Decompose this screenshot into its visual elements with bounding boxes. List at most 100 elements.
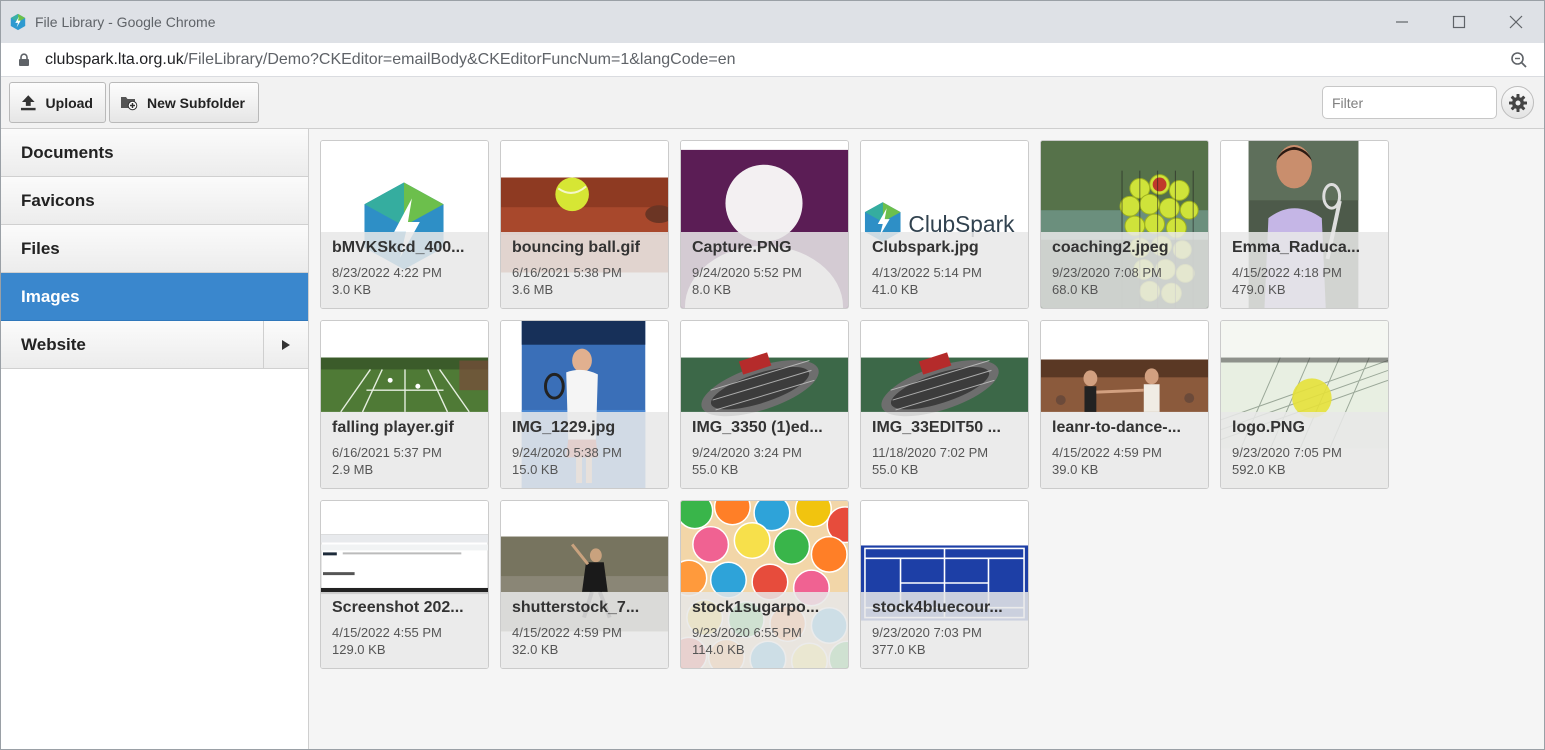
file-size: 41.0 KB <box>872 282 919 297</box>
file-date: 9/24/2020 5:52 PM <box>692 265 802 280</box>
file-date: 4/15/2022 4:59 PM <box>512 625 622 640</box>
close-icon <box>1509 15 1522 29</box>
new-subfolder-button[interactable]: New Subfolder <box>109 82 259 123</box>
new-folder-icon <box>121 97 138 111</box>
file-name: stock1sugarpo... <box>692 599 820 616</box>
expand-button[interactable] <box>263 321 308 369</box>
sidebar-item-label: Favicons <box>21 190 95 210</box>
file-tile[interactable]: coaching2.jpeg 9/23/2020 7:08 PM 68.0 KB <box>1040 140 1209 309</box>
file-name: leanr-to-dance-... <box>1052 419 1181 436</box>
file-name: IMG_1229.jpg <box>512 419 616 436</box>
settings-button[interactable] <box>1501 86 1534 119</box>
file-tile[interactable]: shutterstock_7... 4/15/2022 4:59 PM 32.0… <box>500 500 669 669</box>
file-library-toolbar: Upload New Subfolder <box>1 77 1544 129</box>
file-size: 55.0 KB <box>872 462 919 477</box>
maximize-icon <box>1452 15 1465 29</box>
file-tile[interactable]: ClubSpark Clubspark.jpg 4/13/2022 5:14 P… <box>860 140 1029 309</box>
upload-button[interactable]: Upload <box>9 82 106 123</box>
sidebar-item-images[interactable]: Images <box>1 273 308 321</box>
filter-input[interactable] <box>1322 86 1497 119</box>
file-size: 114.0 KB <box>692 642 745 657</box>
file-info: Emma_Raduca... 4/15/2022 4:18 PM 479.0 K… <box>1221 232 1388 308</box>
file-date: 9/23/2020 7:05 PM <box>1232 445 1342 460</box>
file-name: Emma_Raduca... <box>1232 239 1361 256</box>
file-name: coaching2.jpeg <box>1052 239 1169 256</box>
file-date: 9/24/2020 5:38 PM <box>512 445 622 460</box>
file-info: Screenshot 202... 4/15/2022 4:55 PM 129.… <box>321 592 488 668</box>
file-tile[interactable]: stock4bluecour... 9/23/2020 7:03 PM 377.… <box>860 500 1029 669</box>
url-text[interactable]: clubspark.lta.org.uk/FileLibrary/Demo?CK… <box>45 51 736 69</box>
zoom-icon[interactable] <box>1510 51 1528 69</box>
file-info: Capture.PNG 9/24/2020 5:52 PM 8.0 KB <box>681 232 848 308</box>
close-button[interactable] <box>1487 1 1544 43</box>
file-info: logo.PNG 9/23/2020 7:05 PM 592.0 KB <box>1221 412 1388 488</box>
file-name: Screenshot 202... <box>332 599 464 616</box>
sidebar-item-website[interactable]: Website <box>1 321 308 369</box>
file-grid: bMVKSkcd_400... 8/23/2022 4:22 PM 3.0 KB… <box>309 129 1544 749</box>
file-tile[interactable]: IMG_33EDIT50 ... 11/18/2020 7:02 PM 55.0… <box>860 320 1029 489</box>
file-tile[interactable]: Emma_Raduca... 4/15/2022 4:18 PM 479.0 K… <box>1220 140 1389 309</box>
file-info: IMG_33EDIT50 ... 11/18/2020 7:02 PM 55.0… <box>861 412 1028 488</box>
clubspark-app-icon <box>10 13 26 31</box>
url-host: clubspark.lta.org.uk <box>45 50 184 68</box>
window-title: File Library - Google Chrome <box>35 14 216 30</box>
file-info: stock4bluecour... 9/23/2020 7:03 PM 377.… <box>861 592 1028 668</box>
lock-icon <box>19 52 29 66</box>
file-date: 6/16/2021 5:38 PM <box>512 265 622 280</box>
upload-icon <box>20 95 36 111</box>
sidebar-item-label: Documents <box>21 142 114 162</box>
file-name: Clubspark.jpg <box>872 239 979 256</box>
file-name: shutterstock_7... <box>512 599 640 616</box>
minimize-button[interactable] <box>1373 1 1430 43</box>
file-date: 6/16/2021 5:37 PM <box>332 445 442 460</box>
address-bar[interactable]: clubspark.lta.org.uk/FileLibrary/Demo?CK… <box>1 43 1544 77</box>
file-date: 9/23/2020 6:55 PM <box>692 625 802 640</box>
sidebar-item-favicons[interactable]: Favicons <box>1 177 308 225</box>
sidebar-item-documents[interactable]: Documents <box>1 129 308 177</box>
file-tile[interactable]: stock1sugarpo... 9/23/2020 6:55 PM 114.0… <box>680 500 849 669</box>
file-tile[interactable]: IMG_3350 (1)ed... 9/24/2020 3:24 PM 55.0… <box>680 320 849 489</box>
maximize-button[interactable] <box>1430 1 1487 43</box>
file-size: 68.0 KB <box>1052 282 1099 297</box>
file-size: 39.0 KB <box>1052 462 1099 477</box>
file-size: 8.0 KB <box>692 282 732 297</box>
folder-sidebar: Documents Favicons Files Images Website <box>1 129 309 749</box>
file-info: bouncing ball.gif 6/16/2021 5:38 PM 3.6 … <box>501 232 668 308</box>
sidebar-item-label: Files <box>21 238 60 258</box>
upload-label: Upload <box>45 94 93 111</box>
file-size: 2.9 MB <box>332 462 374 477</box>
file-date: 4/15/2022 4:18 PM <box>1232 265 1342 280</box>
file-info: shutterstock_7... 4/15/2022 4:59 PM 32.0… <box>501 592 668 668</box>
title-bar: File Library - Google Chrome <box>1 1 1544 43</box>
file-info: IMG_3350 (1)ed... 9/24/2020 3:24 PM 55.0… <box>681 412 848 488</box>
file-name: bouncing ball.gif <box>512 239 640 256</box>
file-size: 3.6 MB <box>512 282 554 297</box>
file-tile[interactable]: falling player.gif 6/16/2021 5:37 PM 2.9… <box>320 320 489 489</box>
file-date: 11/18/2020 7:02 PM <box>872 445 989 460</box>
file-size: 479.0 KB <box>1232 282 1286 297</box>
sidebar-item-files[interactable]: Files <box>1 225 308 273</box>
file-name: logo.PNG <box>1232 419 1305 436</box>
file-date: 4/15/2022 4:55 PM <box>332 625 442 640</box>
file-name: IMG_33EDIT50 ... <box>872 419 1001 436</box>
file-tile[interactable]: Screenshot 202... 4/15/2022 4:55 PM 129.… <box>320 500 489 669</box>
browser-window: File Library - Google Chrome clubspark.l… <box>0 0 1545 750</box>
triangle-right-icon <box>282 340 290 350</box>
sidebar-item-label: Website <box>21 334 86 354</box>
file-date: 9/23/2020 7:08 PM <box>1052 265 1162 280</box>
file-tile[interactable]: bouncing ball.gif 6/16/2021 5:38 PM 3.6 … <box>500 140 669 309</box>
file-tile[interactable]: logo.PNG 9/23/2020 7:05 PM 592.0 KB <box>1220 320 1389 489</box>
file-info: Clubspark.jpg 4/13/2022 5:14 PM 41.0 KB <box>861 232 1028 308</box>
file-tile[interactable]: leanr-to-dance-... 4/15/2022 4:59 PM 39.… <box>1040 320 1209 489</box>
file-tile[interactable]: Capture.PNG 9/24/2020 5:52 PM 8.0 KB <box>680 140 849 309</box>
file-name: IMG_3350 (1)ed... <box>692 419 823 436</box>
file-tile[interactable]: bMVKSkcd_400... 8/23/2022 4:22 PM 3.0 KB <box>320 140 489 309</box>
file-tile[interactable]: IMG_1229.jpg 9/24/2020 5:38 PM 15.0 KB <box>500 320 669 489</box>
file-size: 32.0 KB <box>512 642 559 657</box>
file-info: coaching2.jpeg 9/23/2020 7:08 PM 68.0 KB <box>1041 232 1208 308</box>
file-size: 377.0 KB <box>872 642 926 657</box>
file-date: 8/23/2022 4:22 PM <box>332 265 442 280</box>
file-size: 3.0 KB <box>332 282 372 297</box>
new-subfolder-label: New Subfolder <box>147 94 246 111</box>
file-date: 9/24/2020 3:24 PM <box>692 445 802 460</box>
